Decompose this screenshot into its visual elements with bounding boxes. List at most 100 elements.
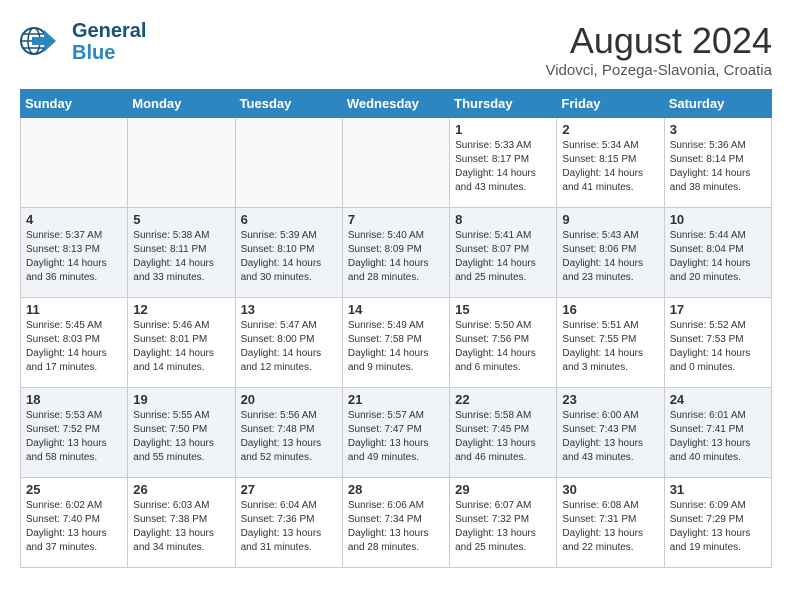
- day-number: 27: [241, 482, 337, 497]
- day-number: 22: [455, 392, 551, 407]
- cell-content: Sunrise: 6:07 AM Sunset: 7:32 PM Dayligh…: [455, 499, 551, 555]
- day-number: 2: [562, 122, 658, 137]
- header-day-sunday: Sunday: [21, 90, 128, 118]
- calendar-cell: 15 Sunrise: 5:50 AM Sunset: 7:56 PM Dayli…: [450, 298, 557, 388]
- cell-content: Sunrise: 6:09 AM Sunset: 7:29 PM Dayligh…: [670, 499, 766, 555]
- cell-content: Sunrise: 6:08 AM Sunset: 7:31 PM Dayligh…: [562, 499, 658, 555]
- day-number: 16: [562, 302, 658, 317]
- day-number: 29: [455, 482, 551, 497]
- header-day-tuesday: Tuesday: [235, 90, 342, 118]
- day-number: 26: [133, 482, 229, 497]
- cell-content: Sunrise: 6:02 AM Sunset: 7:40 PM Dayligh…: [26, 499, 122, 555]
- cell-content: Sunrise: 5:33 AM Sunset: 8:17 PM Dayligh…: [455, 139, 551, 195]
- cell-content: Sunrise: 5:34 AM Sunset: 8:15 PM Dayligh…: [562, 139, 658, 195]
- header-day-monday: Monday: [128, 90, 235, 118]
- day-number: 15: [455, 302, 551, 317]
- day-number: 28: [348, 482, 444, 497]
- cell-content: Sunrise: 5:57 AM Sunset: 7:47 PM Dayligh…: [348, 409, 444, 465]
- calendar-cell: 9Sunrise: 5:43 AM Sunset: 8:06 PM Daylig…: [557, 208, 664, 298]
- calendar-cell: 8 Sunrise: 5:41 AM Sunset: 8:07 PM Daylig…: [450, 208, 557, 298]
- cell-content: Sunrise: 6:00 AM Sunset: 7:43 PM Dayligh…: [562, 409, 658, 465]
- globe-icon: [20, 22, 58, 60]
- day-number: 31: [670, 482, 766, 497]
- calendar-cell: 24Sunrise: 6:01 AM Sunset: 7:41 PM Dayli…: [664, 388, 771, 478]
- calendar-cell: [128, 118, 235, 208]
- calendar-cell: 20Sunrise: 5:56 AM Sunset: 7:48 PM Dayli…: [235, 388, 342, 478]
- calendar-cell: 27 Sunrise: 6:04 AM Sunset: 7:36 PM Dayli…: [235, 478, 342, 568]
- cell-content: Sunrise: 5:53 AM Sunset: 7:52 PM Dayligh…: [26, 409, 122, 465]
- cell-content: Sunrise: 5:51 AM Sunset: 7:55 PM Dayligh…: [562, 319, 658, 375]
- day-number: 6: [241, 212, 337, 227]
- header-day-thursday: Thursday: [450, 90, 557, 118]
- week-row-5: 25 Sunrise: 6:02 AM Sunset: 7:40 PM Dayli…: [21, 478, 772, 568]
- cell-content: Sunrise: 5:36 AM Sunset: 8:14 PM Dayligh…: [670, 139, 766, 195]
- day-number: 5: [133, 212, 229, 227]
- day-number: 1: [455, 122, 551, 137]
- day-number: 18: [26, 392, 122, 407]
- title-section: August 2024 Vidovci, Pozega-Slavonia, Cr…: [545, 20, 772, 79]
- day-number: 19: [133, 392, 229, 407]
- cell-content: Sunrise: 5:41 AM Sunset: 8:07 PM Dayligh…: [455, 229, 551, 285]
- week-row-1: 1 Sunrise: 5:33 AM Sunset: 8:17 PM Daylig…: [21, 118, 772, 208]
- calendar-cell: 1 Sunrise: 5:33 AM Sunset: 8:17 PM Daylig…: [450, 118, 557, 208]
- cell-content: Sunrise: 5:47 AM Sunset: 8:00 PM Dayligh…: [241, 319, 337, 375]
- header-day-wednesday: Wednesday: [342, 90, 449, 118]
- cell-content: Sunrise: 5:52 AM Sunset: 7:53 PM Dayligh…: [670, 319, 766, 375]
- calendar-cell: 14 Sunrise: 5:49 AM Sunset: 7:58 PM Dayli…: [342, 298, 449, 388]
- cell-content: Sunrise: 5:45 AM Sunset: 8:03 PM Dayligh…: [26, 319, 122, 375]
- day-number: 20: [241, 392, 337, 407]
- day-number: 24: [670, 392, 766, 407]
- calendar-cell: 12 Sunrise: 5:46 AM Sunset: 8:01 PM Dayli…: [128, 298, 235, 388]
- cell-content: Sunrise: 5:50 AM Sunset: 7:56 PM Dayligh…: [455, 319, 551, 375]
- calendar-cell: 18 Sunrise: 5:53 AM Sunset: 7:52 PM Dayli…: [21, 388, 128, 478]
- calendar-cell: 16 Sunrise: 5:51 AM Sunset: 7:55 PM Dayli…: [557, 298, 664, 388]
- calendar-cell: 13 Sunrise: 5:47 AM Sunset: 8:00 PM Dayli…: [235, 298, 342, 388]
- calendar-cell: 10 Sunrise: 5:44 AM Sunset: 8:04 PM Dayli…: [664, 208, 771, 298]
- calendar-cell: 2 Sunrise: 5:34 AM Sunset: 8:15 PM Daylig…: [557, 118, 664, 208]
- calendar-cell: 21 Sunrise: 5:57 AM Sunset: 7:47 PM Dayli…: [342, 388, 449, 478]
- day-number: 23: [562, 392, 658, 407]
- cell-content: Sunrise: 6:04 AM Sunset: 7:36 PM Dayligh…: [241, 499, 337, 555]
- calendar-cell: 29 Sunrise: 6:07 AM Sunset: 7:32 PM Dayli…: [450, 478, 557, 568]
- cell-content: Sunrise: 5:55 AM Sunset: 7:50 PM Dayligh…: [133, 409, 229, 465]
- calendar-cell: 30 Sunrise: 6:08 AM Sunset: 7:31 PM Dayli…: [557, 478, 664, 568]
- day-number: 25: [26, 482, 122, 497]
- calendar-cell: 19 Sunrise: 5:55 AM Sunset: 7:50 PM Dayli…: [128, 388, 235, 478]
- day-number: 8: [455, 212, 551, 227]
- day-number: 12: [133, 302, 229, 317]
- logo-general: General: [72, 20, 146, 42]
- calendar-cell: 23 Sunrise: 6:00 AM Sunset: 7:43 PM Dayli…: [557, 388, 664, 478]
- calendar-cell: 26Sunrise: 6:03 AM Sunset: 7:38 PM Dayli…: [128, 478, 235, 568]
- calendar-cell: 25 Sunrise: 6:02 AM Sunset: 7:40 PM Dayli…: [21, 478, 128, 568]
- calendar-cell: 6Sunrise: 5:39 AM Sunset: 8:10 PM Daylig…: [235, 208, 342, 298]
- day-number: 10: [670, 212, 766, 227]
- day-number: 30: [562, 482, 658, 497]
- cell-content: Sunrise: 6:06 AM Sunset: 7:34 PM Dayligh…: [348, 499, 444, 555]
- location: Vidovci, Pozega-Slavonia, Croatia: [545, 62, 772, 79]
- cell-content: Sunrise: 5:44 AM Sunset: 8:04 PM Dayligh…: [670, 229, 766, 285]
- day-number: 14: [348, 302, 444, 317]
- calendar-cell: 28 Sunrise: 6:06 AM Sunset: 7:34 PM Dayli…: [342, 478, 449, 568]
- header-day-saturday: Saturday: [664, 90, 771, 118]
- calendar-cell: 5 Sunrise: 5:38 AM Sunset: 8:11 PM Daylig…: [128, 208, 235, 298]
- calendar-cell: 3Sunrise: 5:36 AM Sunset: 8:14 PM Daylig…: [664, 118, 771, 208]
- cell-content: Sunrise: 5:38 AM Sunset: 8:11 PM Dayligh…: [133, 229, 229, 285]
- header-row: SundayMondayTuesdayWednesdayThursdayFrid…: [21, 90, 772, 118]
- calendar-cell: [235, 118, 342, 208]
- day-number: 7: [348, 212, 444, 227]
- calendar-cell: 17Sunrise: 5:52 AM Sunset: 7:53 PM Dayli…: [664, 298, 771, 388]
- cell-content: Sunrise: 5:58 AM Sunset: 7:45 PM Dayligh…: [455, 409, 551, 465]
- calendar-cell: 11Sunrise: 5:45 AM Sunset: 8:03 PM Dayli…: [21, 298, 128, 388]
- logo-blue: Blue: [72, 42, 146, 64]
- cell-content: Sunrise: 5:46 AM Sunset: 8:01 PM Dayligh…: [133, 319, 229, 375]
- day-number: 9: [562, 212, 658, 227]
- cell-content: Sunrise: 5:49 AM Sunset: 7:58 PM Dayligh…: [348, 319, 444, 375]
- week-row-2: 4Sunrise: 5:37 AM Sunset: 8:13 PM Daylig…: [21, 208, 772, 298]
- calendar-cell: 7Sunrise: 5:40 AM Sunset: 8:09 PM Daylig…: [342, 208, 449, 298]
- calendar-cell: [342, 118, 449, 208]
- day-number: 13: [241, 302, 337, 317]
- day-number: 21: [348, 392, 444, 407]
- calendar-cell: [21, 118, 128, 208]
- day-number: 4: [26, 212, 122, 227]
- month-title: August 2024: [545, 20, 772, 62]
